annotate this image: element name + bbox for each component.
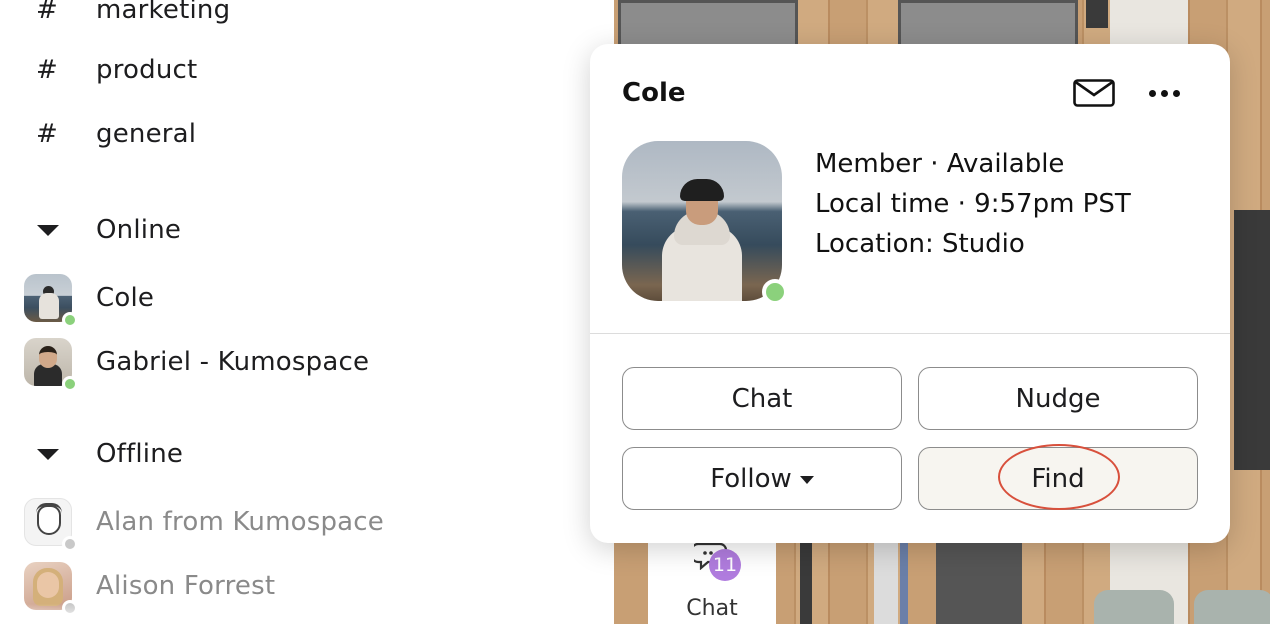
avatar (24, 338, 78, 392)
caret-down-icon (37, 448, 59, 460)
divider (590, 333, 1230, 334)
more-dots-icon (1148, 89, 1156, 97)
profile-details: Member · Available Local time · 9:57pm P… (815, 144, 1131, 264)
chat-button[interactable]: Chat (622, 367, 902, 430)
more-options-button[interactable] (1140, 76, 1188, 110)
channel-general[interactable]: # general (0, 106, 614, 162)
scroll-fade (0, 604, 614, 624)
unread-count-badge: 11 (709, 549, 741, 581)
channel-marketing[interactable]: # marketing (0, 0, 614, 38)
offline-status-dot (62, 536, 78, 552)
avatar (24, 274, 78, 328)
member-name: Gabriel - Kumospace (96, 347, 370, 377)
sidebar: # marketing # product # general Online C… (0, 0, 614, 624)
hash-icon: # (36, 119, 58, 149)
channel-label: marketing (96, 0, 231, 25)
find-button[interactable]: Find (918, 447, 1198, 510)
channel-product[interactable]: # product (0, 42, 614, 98)
online-status-dot (62, 312, 78, 328)
role-status-text: Member · Available (815, 149, 1065, 179)
mail-icon (1073, 79, 1115, 107)
nudge-button-label: Nudge (1015, 383, 1101, 414)
find-button-label: Find (1031, 463, 1085, 494)
member-cole[interactable]: Cole (0, 270, 614, 328)
section-toggle-offline[interactable]: Offline (0, 426, 614, 482)
profile-name: Cole (622, 78, 686, 108)
location-text: Location: Studio (815, 229, 1025, 259)
hash-icon: # (36, 55, 58, 85)
profile-popover: Cole Member · Available Local time · 9:5… (590, 44, 1230, 543)
online-status-dot (762, 279, 788, 305)
local-time-text: Local time · 9:57pm PST (815, 189, 1131, 219)
channel-label: product (96, 55, 198, 85)
follow-button-label: Follow (710, 463, 792, 494)
follow-dropdown-button[interactable]: Follow (622, 447, 902, 510)
chat-button-label: Chat (731, 383, 793, 414)
member-alan[interactable]: Alan from Kumospace (0, 494, 614, 552)
chat-dock-label: Chat (686, 596, 738, 621)
member-name: Alan from Kumospace (96, 507, 384, 537)
section-label-offline: Offline (96, 439, 184, 469)
chevron-down-icon (799, 475, 814, 484)
send-message-button[interactable] (1070, 76, 1118, 110)
online-status-dot (62, 376, 78, 392)
member-name: Alison Forrest (96, 571, 276, 601)
nudge-button[interactable]: Nudge (918, 367, 1198, 430)
member-name: Cole (96, 283, 155, 313)
member-gabriel[interactable]: Gabriel - Kumospace (0, 334, 614, 392)
hash-icon: # (36, 0, 58, 25)
avatar (24, 562, 78, 616)
caret-down-icon (37, 224, 59, 236)
channel-label: general (96, 119, 197, 149)
avatar (24, 498, 78, 552)
section-toggle-online[interactable]: Online (0, 202, 614, 258)
section-label-online: Online (96, 215, 182, 245)
profile-avatar (622, 141, 788, 305)
